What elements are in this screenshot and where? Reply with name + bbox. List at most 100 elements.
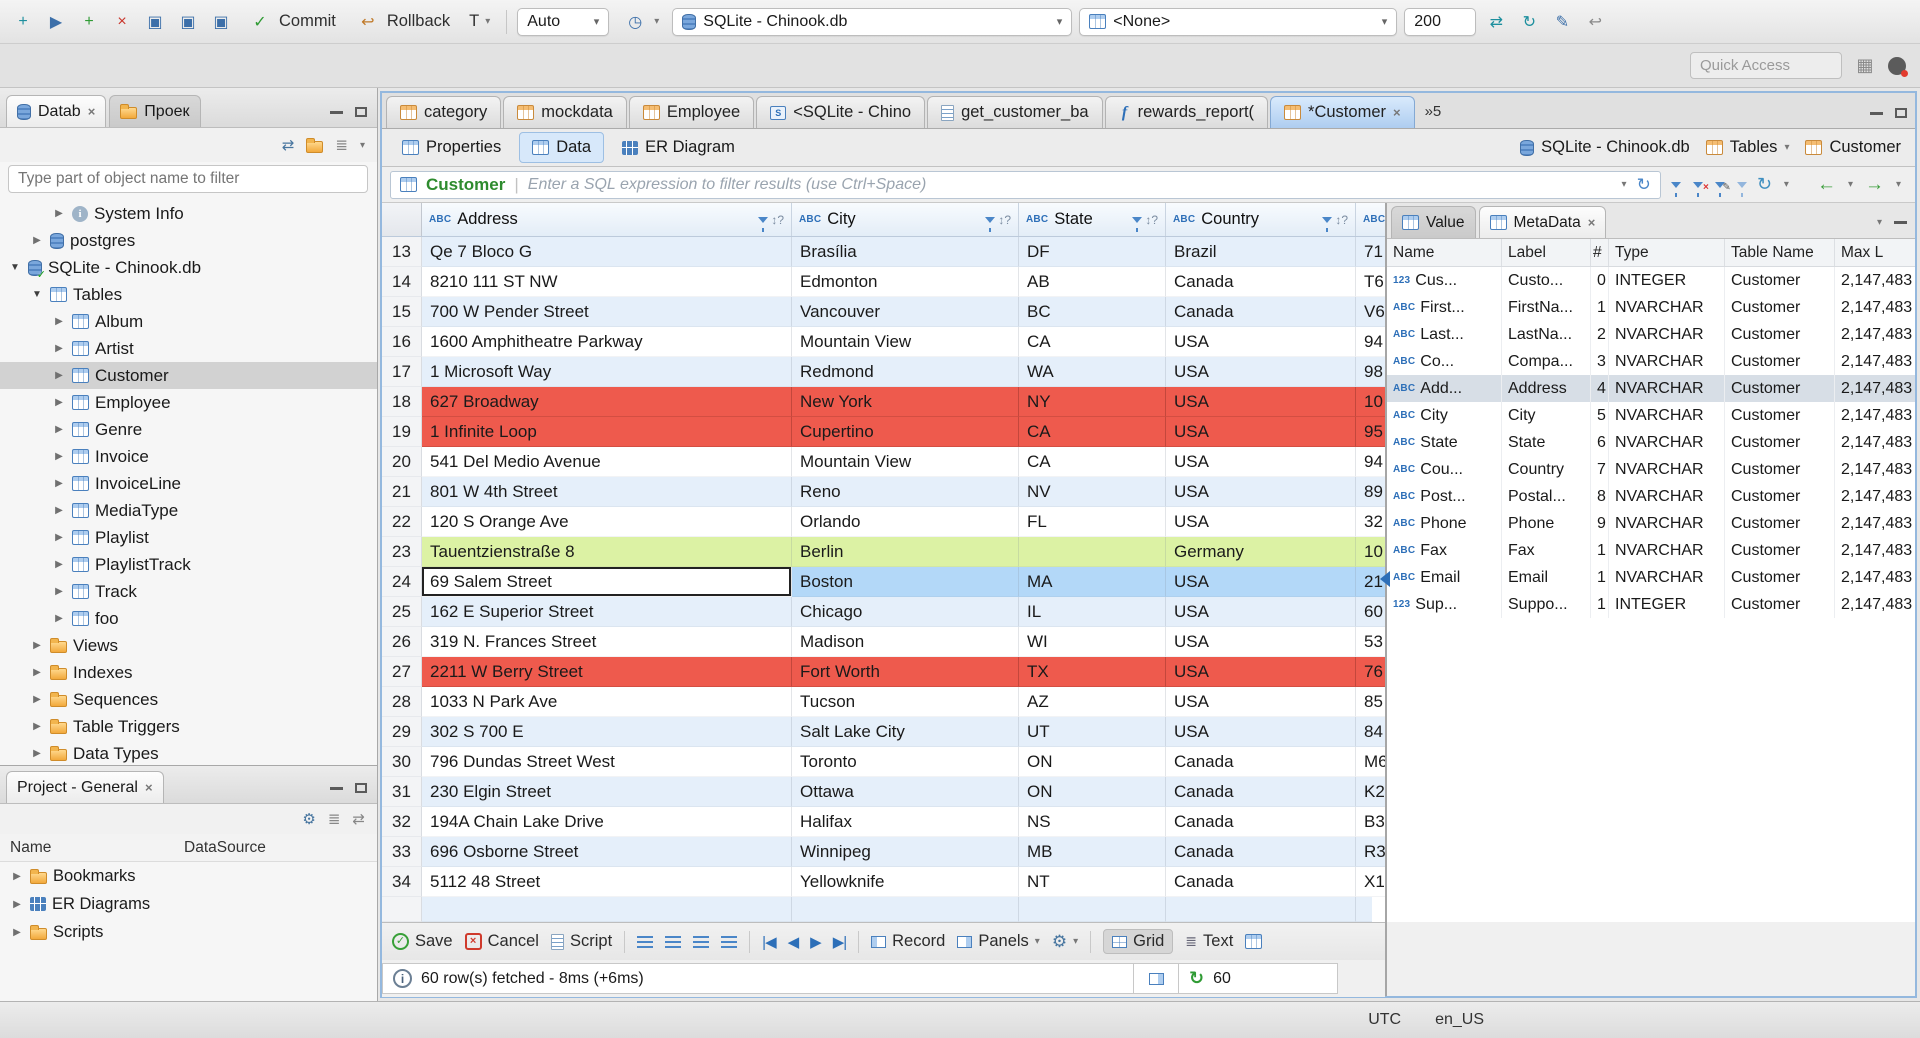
expand-arrow-icon[interactable]: ▶ (52, 397, 66, 408)
tree-item-customer[interactable]: ▶ Customer (0, 362, 377, 389)
column-header-city[interactable]: ABC City ↕? (792, 203, 1019, 236)
close-icon[interactable]: × (88, 104, 96, 119)
cell-city[interactable]: Cupertino (792, 417, 1019, 447)
sort-icon[interactable]: ↕? (998, 213, 1011, 227)
cell-table-name[interactable]: Customer (1725, 591, 1835, 618)
expand-arrow-icon[interactable]: ▶ (30, 235, 44, 246)
tree-item-views[interactable]: ▶ Views (0, 632, 377, 659)
edit-value-icon[interactable] (637, 935, 654, 948)
cell-address[interactable]: 696 Osborne Street (422, 837, 792, 867)
collapse-all-icon[interactable]: ≣ (328, 810, 341, 828)
cell-country[interactable]: USA (1166, 447, 1356, 477)
cell-state[interactable]: NS (1019, 807, 1166, 837)
cell-column-name[interactable]: ABC Phone (1387, 510, 1502, 537)
cell-table-name[interactable]: Customer (1725, 348, 1835, 375)
add-row-icon[interactable] (665, 935, 682, 948)
row-number-cell[interactable]: 31 (382, 777, 422, 807)
cell-max-length[interactable]: 2,147,483 (1835, 537, 1915, 564)
sql-editor-icon[interactable]: ▣ (142, 9, 168, 35)
cell-column-type[interactable]: NVARCHAR (1609, 564, 1725, 591)
close-icon[interactable]: × (145, 780, 153, 795)
cell-column-label[interactable]: Custo... (1502, 267, 1591, 294)
row-number-cell[interactable]: 30 (382, 747, 422, 777)
column-header-max-length[interactable]: Max L (1835, 239, 1915, 266)
cell-address[interactable]: 627 Broadway (422, 387, 792, 417)
cell-country[interactable]: USA (1166, 417, 1356, 447)
panels-button[interactable]: Panels ▾ (957, 932, 1040, 951)
cell-postalcode[interactable]: 84 (1356, 717, 1385, 747)
sql-filter-input[interactable]: Customer | Enter a SQL expression to fil… (390, 170, 1661, 199)
row-number-cell[interactable]: 17 (382, 357, 422, 387)
row-number-cell[interactable]: 18 (382, 387, 422, 417)
link-with-editor-icon[interactable]: ⇄ (352, 810, 365, 828)
cell-postalcode[interactable]: 10 (1356, 387, 1385, 417)
cell-country[interactable]: Canada (1166, 777, 1356, 807)
row-number-cell[interactable]: 21 (382, 477, 422, 507)
corner-cell[interactable] (382, 203, 422, 236)
cell-column-name[interactable]: 123 Cus... (1387, 267, 1502, 294)
cell-column-number[interactable]: 1 (1591, 591, 1609, 618)
cell-column-number[interactable]: 1 (1591, 294, 1609, 321)
cell-column-name[interactable]: ABC Post... (1387, 483, 1502, 510)
cell-address[interactable]: 541 Del Medio Avenue (422, 447, 792, 477)
expand-arrow-icon[interactable]: ▶ (30, 694, 44, 705)
cell-column-type[interactable]: NVARCHAR (1609, 510, 1725, 537)
cell-max-length[interactable]: 2,147,483 (1835, 348, 1915, 375)
editor-tab-employee[interactable]: Employee (628, 96, 755, 128)
cell-country[interactable]: USA (1166, 627, 1356, 657)
new-sql-editor-icon[interactable]: ▣ (175, 9, 201, 35)
cell-column-label[interactable]: Phone (1502, 510, 1591, 537)
cell-city[interactable]: Brasília (792, 237, 1019, 267)
cell-postalcode[interactable]: K2 (1356, 777, 1385, 807)
metadata-row[interactable]: 123 Cus... Custo... 0 INTEGER Customer 2,147,4… (1387, 267, 1915, 294)
cell-postalcode[interactable]: 94 (1356, 447, 1385, 477)
cell-country[interactable]: Canada (1166, 747, 1356, 777)
grid-view-button[interactable]: Grid (1103, 929, 1174, 954)
tab-projects[interactable]: Проек (109, 95, 201, 127)
column-header-label[interactable]: Label (1502, 239, 1591, 266)
row-number-cell[interactable]: 13 (382, 237, 422, 267)
record-mode-button[interactable]: Record (871, 932, 945, 951)
editor-tab-category[interactable]: category (386, 96, 502, 128)
expand-arrow-icon[interactable]: ▶ (52, 613, 66, 624)
cell-column-number[interactable]: 3 (1591, 348, 1609, 375)
project-item-er-diagrams[interactable]: ▶ ER Diagrams (0, 890, 377, 918)
new-connection-icon[interactable]: + (10, 9, 36, 35)
cell-postalcode[interactable]: M6 (1356, 747, 1385, 777)
cell-max-length[interactable]: 2,147,483 (1835, 375, 1915, 402)
maximize-icon[interactable] (355, 783, 367, 793)
cell-state[interactable]: NV (1019, 477, 1166, 507)
metadata-row[interactable]: ABC Email Email 1 NVARCHAR Customer 2,147,483 (1387, 564, 1915, 591)
minimize-icon[interactable] (330, 786, 343, 790)
expand-arrow-icon[interactable]: ▶ (10, 871, 24, 882)
cell-state[interactable]: CA (1019, 447, 1166, 477)
row-number-cell[interactable]: 22 (382, 507, 422, 537)
navigator-filter-input[interactable] (8, 165, 368, 193)
column-header-table-name[interactable]: Table Name (1725, 239, 1835, 266)
cell-table-name[interactable]: Customer (1725, 483, 1835, 510)
edit-filter-icon[interactable]: ✎ (1714, 181, 1731, 197)
cell-column-name[interactable]: ABC Last... (1387, 321, 1502, 348)
quick-access-input[interactable]: Quick Access (1690, 52, 1842, 79)
cell-column-number[interactable]: 2 (1591, 321, 1609, 348)
save-button[interactable]: ✓ Save (392, 932, 453, 951)
context-database[interactable]: SQLite - Chinook.db (1520, 138, 1690, 157)
tree-item-employee[interactable]: ▶ Employee (0, 389, 377, 416)
cell-column-number[interactable]: 8 (1591, 483, 1609, 510)
tree-item-album[interactable]: ▶ Album (0, 308, 377, 335)
sort-icon[interactable]: ↕? (1145, 213, 1158, 227)
cell-city[interactable]: Chicago (792, 597, 1019, 627)
cell-country[interactable]: USA (1166, 717, 1356, 747)
cell-table-name[interactable]: Customer (1725, 429, 1835, 456)
minimize-icon[interactable] (1870, 111, 1883, 115)
tree-item-mediatype[interactable]: ▶ MediaType (0, 497, 377, 524)
cell-table-name[interactable]: Customer (1725, 456, 1835, 483)
back-arrow-icon[interactable]: ← (1817, 174, 1836, 196)
cell-column-name[interactable]: ABC City (1387, 402, 1502, 429)
cell-city[interactable]: Toronto (792, 747, 1019, 777)
cell-column-type[interactable]: NVARCHAR (1609, 348, 1725, 375)
next-row-icon[interactable]: ▶ (810, 933, 822, 951)
view-menu-icon[interactable]: ▾ (360, 140, 365, 151)
cancel-button[interactable]: × Cancel (464, 932, 539, 951)
cell-postalcode[interactable]: 95 (1356, 417, 1385, 447)
